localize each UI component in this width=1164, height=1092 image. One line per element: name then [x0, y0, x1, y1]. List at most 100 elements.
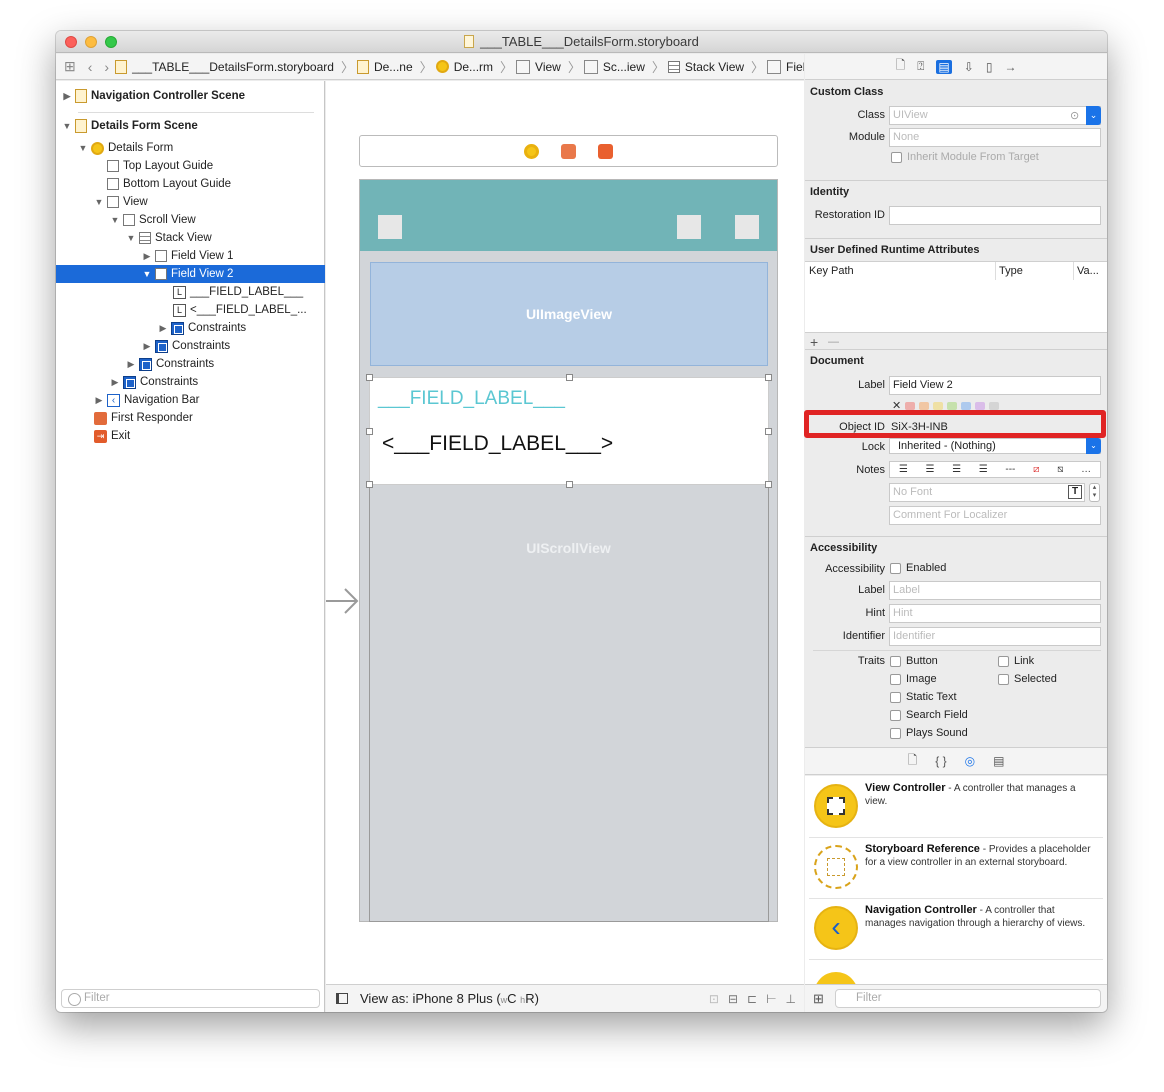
related-items-icon[interactable]: ⊞	[64, 58, 76, 75]
outline-item-field-view-2[interactable]: ▼ Field View 2	[56, 265, 325, 283]
value-column-header[interactable]: Va...	[1077, 265, 1099, 277]
outline-item-navigation-bar[interactable]: ▶ ‹ Navigation Bar	[56, 391, 325, 409]
lock-dropdown-icon[interactable]: ⌄	[1086, 438, 1101, 454]
outline-item-exit[interactable]: ⇥ Exit	[56, 427, 325, 445]
connections-inspector-icon[interactable]: →	[1004, 60, 1016, 74]
disclosure-right-icon[interactable]: ▶	[110, 377, 120, 388]
add-constraints-icon[interactable]: ⊢	[766, 992, 776, 1006]
disclosure-right-icon[interactable]: ▶	[62, 91, 72, 102]
disclosure-down-icon[interactable]: ▼	[142, 269, 152, 279]
outline-item-constraints[interactable]: ▶ Constraints	[56, 337, 325, 355]
outline-item-field-label[interactable]: L ___FIELD_LABEL___	[56, 283, 325, 301]
restoration-id-field[interactable]	[889, 206, 1101, 225]
media-library-icon[interactable]: ▤	[993, 754, 1004, 768]
identity-inspector-icon[interactable]: ▤	[936, 59, 952, 74]
bar-button-item[interactable]	[735, 215, 759, 239]
library-grid-toggle-icon[interactable]: ⊞	[813, 991, 824, 1007]
first-responder-icon[interactable]	[561, 143, 576, 159]
library-item-view-controller[interactable]: View Controller - A controller that mana…	[809, 776, 1103, 838]
field-label-title[interactable]: ___FIELD_LABEL___	[378, 388, 565, 410]
outline-item-details-form-scene[interactable]: ▼ Details Form Scene	[56, 117, 325, 135]
jump-crumb-field-view-2[interactable]: Field View 2	[767, 59, 804, 74]
color-swatch[interactable]	[989, 401, 1000, 410]
size-inspector-icon[interactable]: ▯	[986, 60, 993, 74]
comment-for-localizer-field[interactable]: Comment For Localizer	[889, 506, 1101, 525]
resize-handle[interactable]	[366, 428, 373, 435]
outline-item-bottom-layout-guide[interactable]: Bottom Layout Guide	[56, 175, 325, 193]
align-right-icon[interactable]: ☰	[952, 464, 961, 475]
zoom-window-button[interactable]	[105, 36, 117, 48]
update-frames-icon[interactable]: ⊡	[709, 992, 719, 1006]
resize-handle[interactable]	[765, 481, 772, 488]
jump-crumb-storyboard[interactable]: ___TABLE___DetailsForm.storyboard	[115, 59, 334, 74]
outline-item-constraints[interactable]: ▶ Constraints	[56, 373, 325, 391]
disclosure-right-icon[interactable]: ▶	[158, 323, 168, 334]
key-path-column-header[interactable]: Key Path	[809, 265, 854, 277]
trait-image-checkbox[interactable]	[890, 674, 901, 685]
lock-popup[interactable]: Inherited - (Nothing)	[889, 438, 1101, 454]
jump-crumb-controller[interactable]: De...rm	[435, 60, 493, 74]
outline-item-field-label-bracketed[interactable]: L <___FIELD_LABEL_...	[56, 301, 325, 319]
disclosure-down-icon[interactable]: ▼	[126, 233, 136, 243]
disclosure-right-icon[interactable]: ▶	[142, 341, 152, 352]
resize-handle[interactable]	[765, 374, 772, 381]
disclosure-down-icon[interactable]: ▼	[110, 215, 120, 225]
resize-handle[interactable]	[566, 481, 573, 488]
disclosure-right-icon[interactable]: ▶	[142, 251, 152, 262]
forward-arrow-icon[interactable]: ›	[104, 59, 109, 75]
trait-selected-checkbox[interactable]	[998, 674, 1009, 685]
scene-view[interactable]: UIImageView ___FIELD_LABEL___ <___FIELD_…	[359, 179, 778, 922]
accessibility-identifier-field[interactable]: Identifier	[889, 627, 1101, 646]
trait-link-checkbox[interactable]	[998, 656, 1009, 667]
file-inspector-icon[interactable]: 🗋	[896, 56, 906, 77]
accessibility-hint-field[interactable]: Hint	[889, 604, 1101, 623]
font-picker-icon[interactable]: T	[1068, 485, 1082, 499]
outline-item-details-form[interactable]: ▼ Details Form	[56, 139, 325, 157]
trait-button-checkbox[interactable]	[890, 656, 901, 667]
notes-font-field[interactable]: No Font	[889, 483, 1085, 502]
outline-item-top-layout-guide[interactable]: Top Layout Guide	[56, 157, 325, 175]
close-window-button[interactable]	[65, 36, 77, 48]
library-item-storyboard-reference[interactable]: Storyboard Reference - Provides a placeh…	[809, 837, 1103, 899]
font-stepper[interactable]: ▴ ▾	[1089, 483, 1100, 502]
resize-handle[interactable]	[765, 428, 772, 435]
navigation-bar[interactable]	[360, 180, 777, 251]
bar-button-item[interactable]	[677, 215, 701, 239]
type-column-header[interactable]: Type	[999, 265, 1023, 277]
go-to-class-icon[interactable]: ⊙	[1070, 109, 1079, 122]
resize-handle[interactable]	[366, 481, 373, 488]
outline-item-constraints[interactable]: ▶ Constraints	[56, 355, 325, 373]
color-swatch[interactable]	[919, 401, 930, 410]
remove-attribute-button[interactable]: —	[828, 336, 839, 348]
trait-search-field-checkbox[interactable]	[890, 710, 901, 721]
quick-help-icon[interactable]: ⍰	[917, 59, 924, 74]
embed-in-stack-icon[interactable]: ⊟	[728, 992, 738, 1006]
dash-icon[interactable]: ---	[1005, 464, 1015, 475]
resolve-layout-issues-icon[interactable]: ⊥	[786, 992, 796, 1006]
storyboard-canvas[interactable]: UIImageView ___FIELD_LABEL___ <___FIELD_…	[326, 81, 804, 984]
attributes-inspector-icon[interactable]: ⇩	[964, 60, 974, 74]
color-swatch[interactable]	[975, 401, 986, 410]
color-swatch[interactable]	[933, 401, 944, 410]
accessibility-label-field[interactable]: Label	[889, 581, 1101, 600]
disclosure-down-icon[interactable]: ▼	[94, 197, 104, 207]
outline-filter-field[interactable]: Filter	[61, 989, 320, 1008]
back-arrow-icon[interactable]: ‹	[88, 59, 93, 75]
align-left-icon[interactable]: ☰	[899, 464, 908, 475]
library-filter-field[interactable]: Filter	[835, 989, 1101, 1008]
more-options-icon[interactable]: …	[1081, 464, 1091, 475]
outline-item-constraints[interactable]: ▶ Constraints	[56, 319, 325, 337]
align-center-icon[interactable]: ☰	[925, 464, 934, 475]
library-item-navigation-controller[interactable]: ‹ Navigation Controller - A controller t…	[809, 898, 1103, 960]
trait-static-text-checkbox[interactable]	[890, 692, 901, 703]
highlight-icon[interactable]: ⧅	[1057, 464, 1063, 475]
outline-item-navigation-controller-scene[interactable]: ▶ Navigation Controller Scene	[56, 87, 325, 105]
color-swatch[interactable]	[961, 401, 972, 410]
code-snippet-library-icon[interactable]: { }	[935, 754, 946, 768]
minimize-window-button[interactable]	[85, 36, 97, 48]
align-icon[interactable]: ⊏	[747, 992, 757, 1006]
outline-item-scroll-view[interactable]: ▼ Scroll View	[56, 211, 325, 229]
hide-outline-icon[interactable]	[336, 993, 348, 1004]
field-label-value[interactable]: <___FIELD_LABEL___>	[382, 432, 613, 456]
class-dropdown-button[interactable]: ⌄	[1086, 106, 1101, 125]
